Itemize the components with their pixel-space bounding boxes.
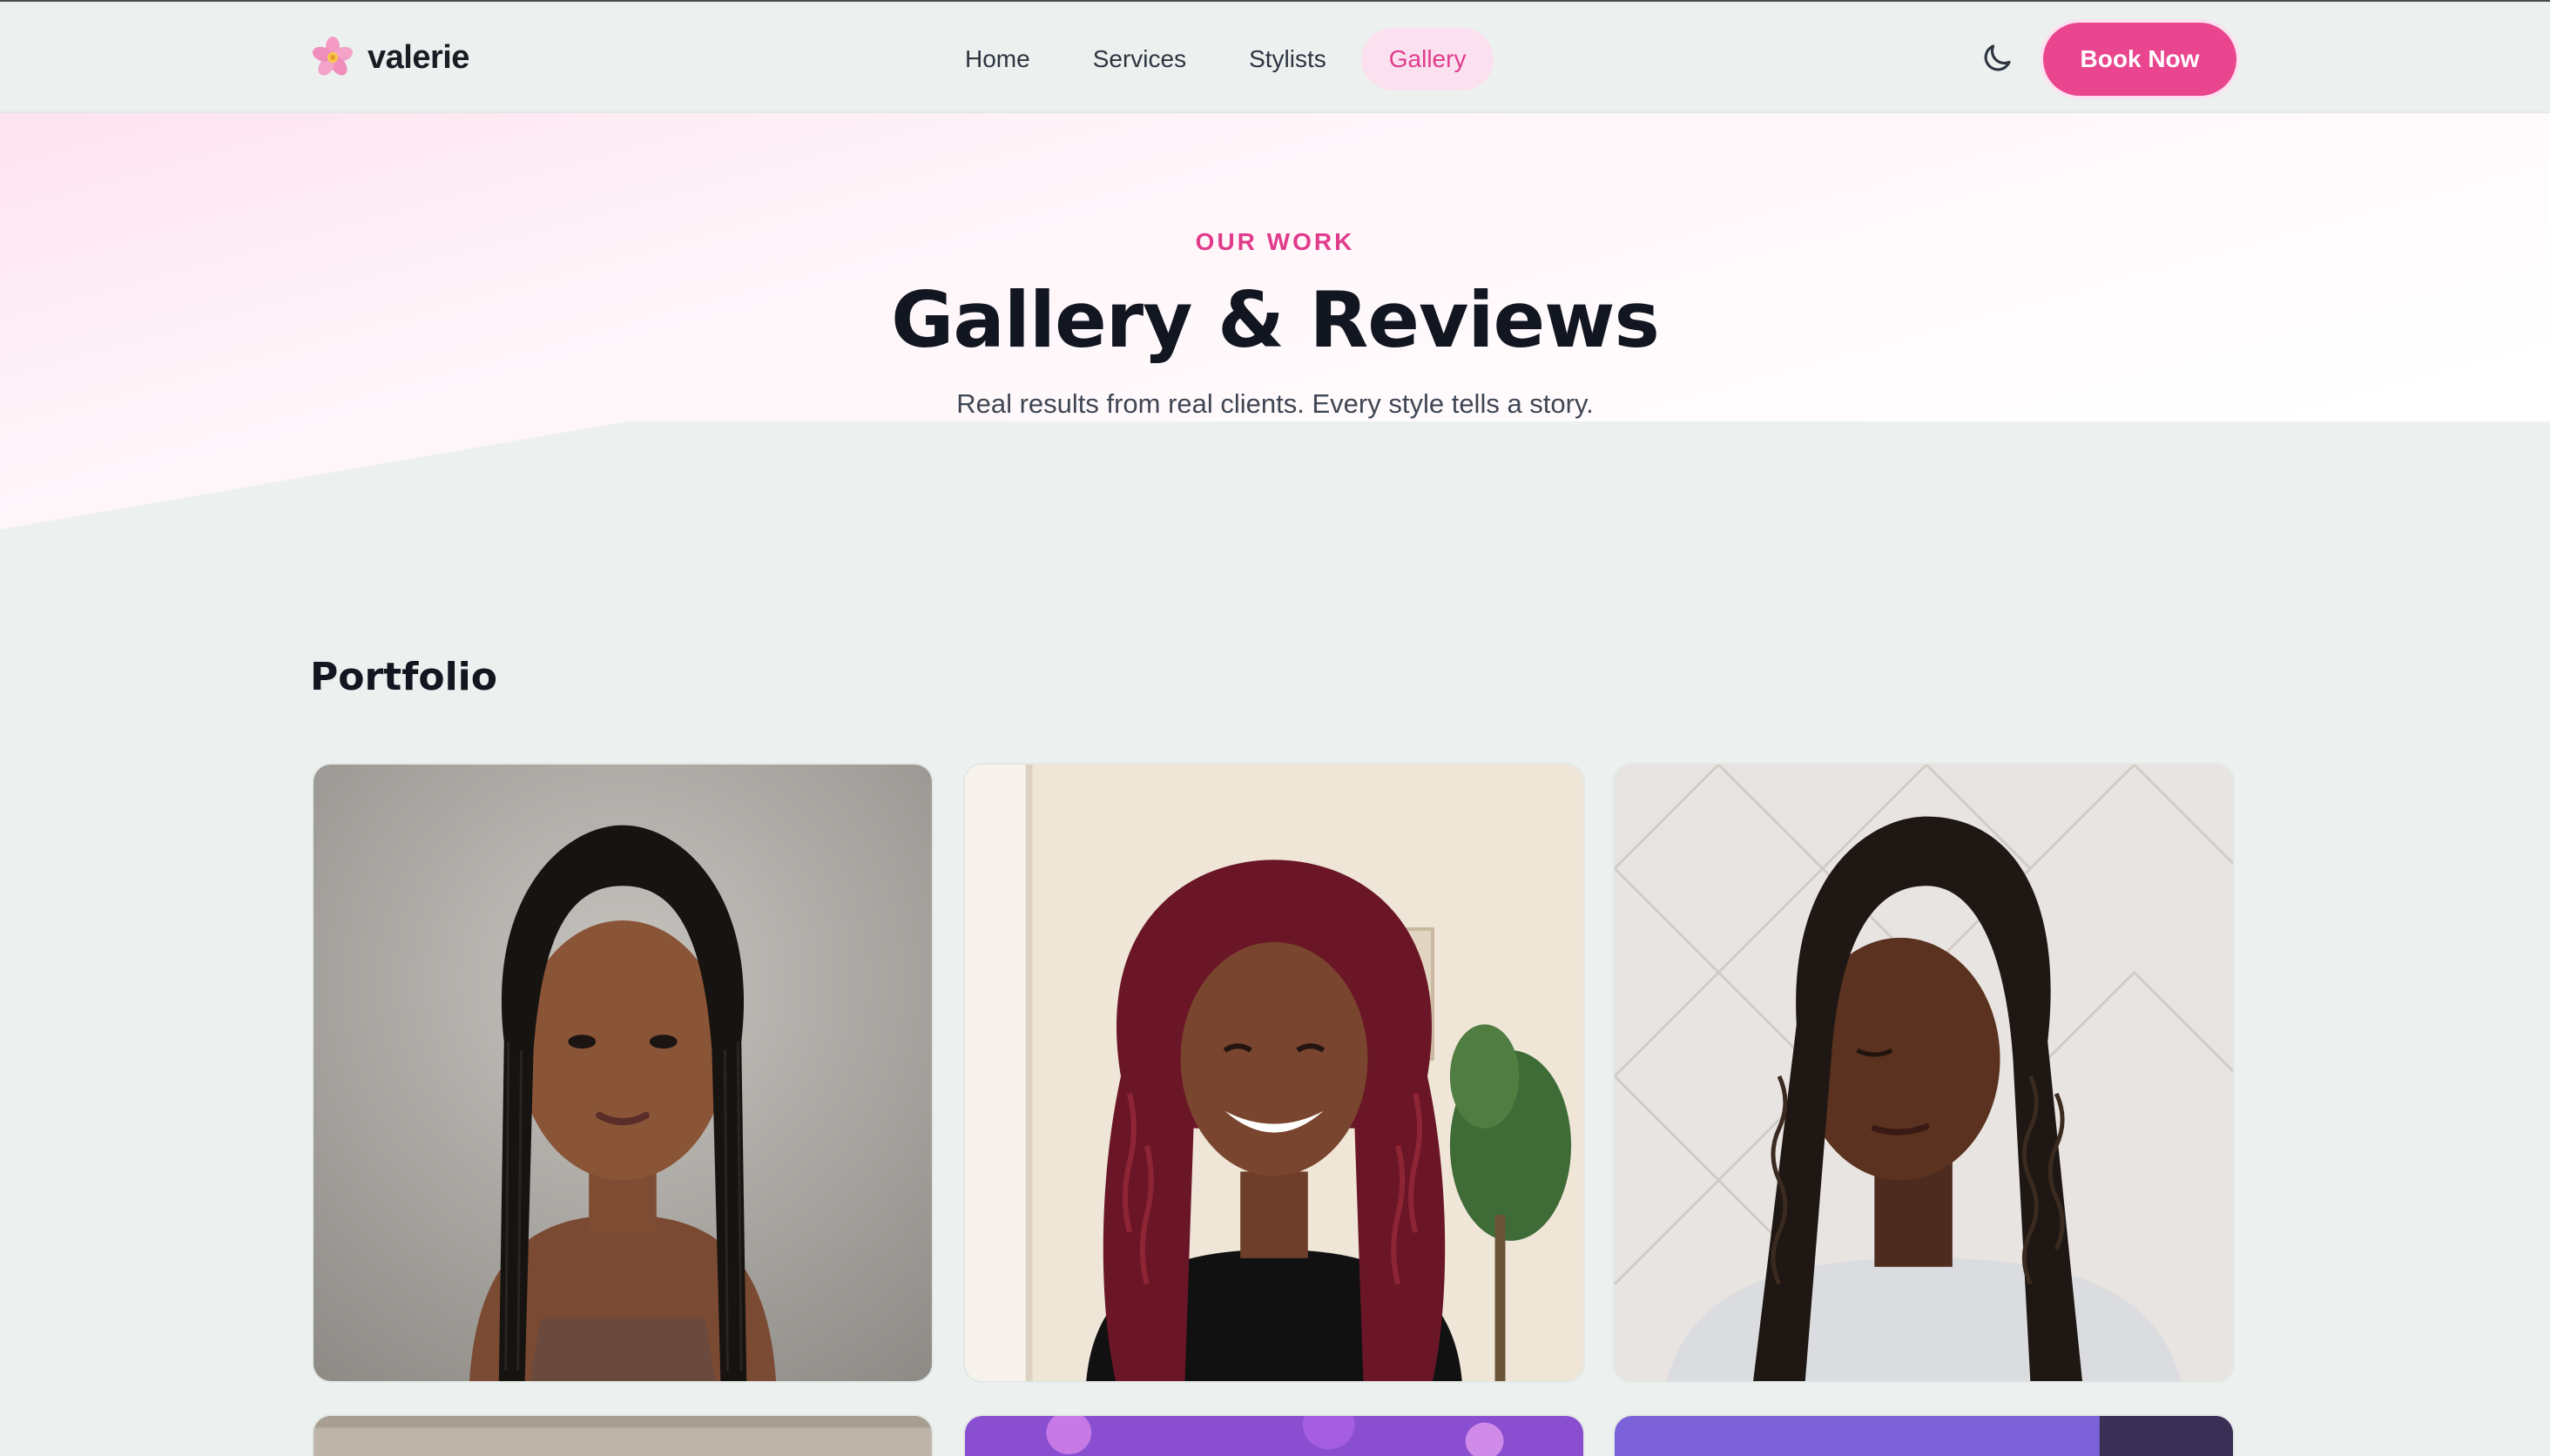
portfolio-photo: [1615, 1416, 2233, 1456]
moon-icon[interactable]: [1979, 40, 2015, 77]
portfolio-heading: Portfolio: [310, 655, 497, 699]
portfolio-photo: [965, 1416, 1583, 1456]
portfolio-photo: [1615, 765, 2233, 1381]
top-navigation: valerie Home Services Stylists Gallery B…: [0, 2, 2550, 113]
hero-subtitle: Real results from real clients. Every st…: [956, 388, 1594, 419]
portfolio-photo: [965, 765, 1583, 1381]
flower-icon: [312, 37, 354, 76]
portfolio-image-5[interactable]: [963, 1414, 1585, 1456]
brand-name: valerie: [368, 38, 469, 76]
nav-stylists-link[interactable]: Stylists: [1221, 28, 1354, 91]
portfolio-photo: [314, 765, 932, 1381]
nav-services-link[interactable]: Services: [1065, 28, 1214, 91]
page-title: Gallery & Reviews: [891, 275, 1660, 365]
book-now-button[interactable]: Book Now: [2043, 23, 2236, 96]
hero-eyebrow: OUR WORK: [1195, 228, 1355, 255]
portfolio-image-6[interactable]: [1613, 1414, 2235, 1456]
portfolio-image-knotless-braids[interactable]: [312, 763, 934, 1383]
portfolio-image-4[interactable]: [312, 1414, 934, 1456]
brand-logo[interactable]: valerie: [310, 33, 469, 82]
hero-section: OUR WORK Gallery & Reviews Real results …: [0, 113, 2550, 531]
portfolio-image-passion-twists[interactable]: [1613, 763, 2235, 1383]
nav-gallery-link[interactable]: Gallery: [1360, 28, 1494, 91]
portfolio-image-burgundy-locs[interactable]: [963, 763, 1585, 1383]
nav-home-link[interactable]: Home: [937, 28, 1058, 91]
main-menu: Home Services Stylists Gallery: [937, 28, 1501, 91]
portfolio-photo: [314, 1416, 932, 1456]
